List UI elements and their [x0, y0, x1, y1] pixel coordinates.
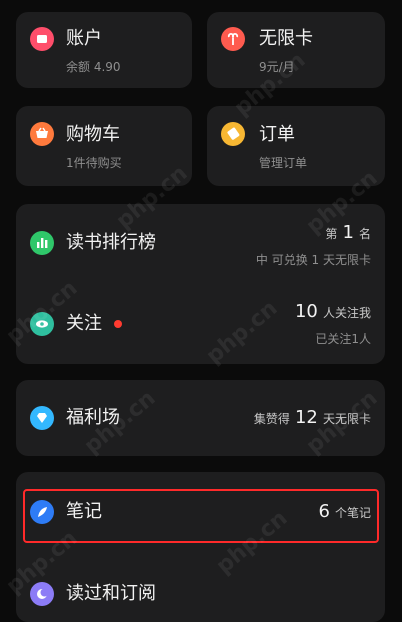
account-title: 账户 [66, 28, 102, 49]
unlimited-card[interactable]: 无限卡 9元/月 [207, 12, 385, 88]
welfare-prefix: 集赞得 [253, 412, 290, 426]
cart-card[interactable]: 购物车 1件待购买 [16, 106, 192, 186]
follow-unread-dot [114, 320, 122, 328]
cart-pending: 1件待购买 [66, 156, 122, 170]
rank-prefix: 第 [325, 227, 338, 241]
follower-count: 10 [294, 301, 318, 322]
ranking-follow-card: 读书排行榜 第 1 名 中 可兑换 1 天无限卡 关注 10 人关注我 已关注1… [16, 204, 385, 364]
infinity-icon [221, 27, 245, 51]
bar-chart-icon [30, 231, 54, 255]
ranking-title[interactable]: 读书排行榜 [66, 232, 156, 254]
unlimited-title: 无限卡 [259, 28, 313, 49]
moon-icon [30, 582, 54, 606]
rank-suffix: 名 [358, 227, 371, 241]
welfare-reward: 集赞得 12 天无限卡 [254, 407, 371, 428]
ticket-icon [221, 122, 245, 146]
diamond-icon [30, 406, 54, 430]
unlimited-price: 9元/月 [259, 60, 295, 74]
rank-value: 1 [342, 222, 354, 243]
ranking-note: 中 可兑换 1 天无限卡 [255, 253, 371, 267]
ranking-rank: 第 1 名 [325, 222, 371, 243]
read-subscribe-title[interactable]: 读过和订阅 [66, 583, 156, 605]
welfare-card[interactable]: 福利场 集赞得 12 天无限卡 [16, 380, 385, 456]
cart-icon [30, 122, 54, 146]
orders-title: 订单 [259, 124, 295, 145]
account-card[interactable]: 账户 余额 4.90 [16, 12, 192, 88]
welfare-suffix: 天无限卡 [322, 412, 371, 426]
cart-title: 购物车 [66, 124, 120, 145]
eye-icon [30, 312, 54, 336]
wallet-icon [30, 27, 54, 51]
follower-label: 人关注我 [322, 306, 371, 320]
welfare-title: 福利场 [66, 407, 120, 428]
notes-highlight-box [23, 489, 379, 543]
welfare-value: 12 [294, 407, 318, 428]
follow-count: 10 人关注我 [295, 301, 371, 322]
orders-manage: 管理订单 [259, 156, 308, 170]
orders-card[interactable]: 订单 管理订单 [207, 106, 385, 186]
follow-title[interactable]: 关注 [66, 313, 102, 335]
following-note: 已关注1人 [315, 332, 371, 346]
account-balance: 余额 4.90 [66, 60, 121, 74]
